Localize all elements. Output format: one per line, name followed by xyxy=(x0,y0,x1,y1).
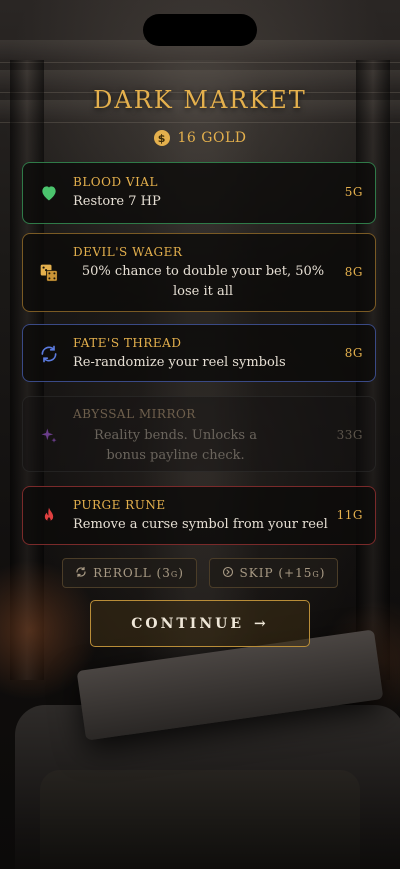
coin-icon: $ xyxy=(153,130,170,146)
item-name: BLOOD VIAL xyxy=(73,175,158,189)
item-description: 50% chance to double your bet, 50% lose … xyxy=(81,264,325,299)
item-description: Reality bends. Unlocks a bonus payline c… xyxy=(94,428,257,463)
page-title: DARK MARKET xyxy=(93,86,307,114)
refresh-icon xyxy=(75,566,87,581)
reroll-label: REROLL (3g) xyxy=(93,566,184,580)
item-price: 11G xyxy=(336,508,363,522)
reroll-button[interactable]: REROLL (3g) xyxy=(62,558,197,588)
item-name: FATE'S THREAD xyxy=(73,336,182,350)
shop-item-blood-vial[interactable]: BLOOD VIAL Restore 7 HP 5G xyxy=(22,162,376,224)
item-price: 8G xyxy=(344,346,363,360)
dice-icon xyxy=(38,262,60,284)
continue-button[interactable]: CONTINUE → xyxy=(90,600,310,647)
altar-front xyxy=(40,770,360,869)
item-name: DEVIL'S WAGER xyxy=(73,245,183,259)
sparkle-icon xyxy=(38,425,60,447)
item-description: Re-randomize your reel symbols xyxy=(73,355,286,370)
item-name: PURGE RUNE xyxy=(73,498,166,512)
skip-button[interactable]: SKIP (+15g) xyxy=(209,558,338,588)
continue-label: CONTINUE xyxy=(131,615,245,632)
gold-balance: $ 16 GOLD xyxy=(0,130,400,146)
skip-icon xyxy=(222,566,234,581)
item-description: Remove a curse symbol from your reel xyxy=(73,517,328,532)
refresh-cycle-icon xyxy=(38,343,60,365)
item-price: 8G xyxy=(344,265,363,279)
shop-item-fates-thread[interactable]: FATE'S THREAD Re-randomize your reel sym… xyxy=(22,324,376,382)
shop-item-purge-rune[interactable]: PURGE RUNE Remove a curse symbol from yo… xyxy=(22,486,376,545)
heart-icon xyxy=(38,182,60,204)
shop-item-devils-wager[interactable]: DEVIL'S WAGER 50% chance to double your … xyxy=(22,233,376,312)
item-price: 33G xyxy=(336,428,363,442)
item-description: Restore 7 HP xyxy=(73,194,161,209)
gold-amount: 16 GOLD xyxy=(177,130,247,146)
skip-label: SKIP (+15g) xyxy=(239,566,326,580)
shop-item-abyssal-mirror: ABYSSAL MIRROR Reality bends. Unlocks a … xyxy=(22,396,376,472)
item-price: 5G xyxy=(344,185,363,199)
item-name: ABYSSAL MIRROR xyxy=(73,407,196,421)
device-notch xyxy=(143,14,257,46)
flame-icon xyxy=(38,505,60,527)
arrow-right-icon: → xyxy=(254,615,269,632)
